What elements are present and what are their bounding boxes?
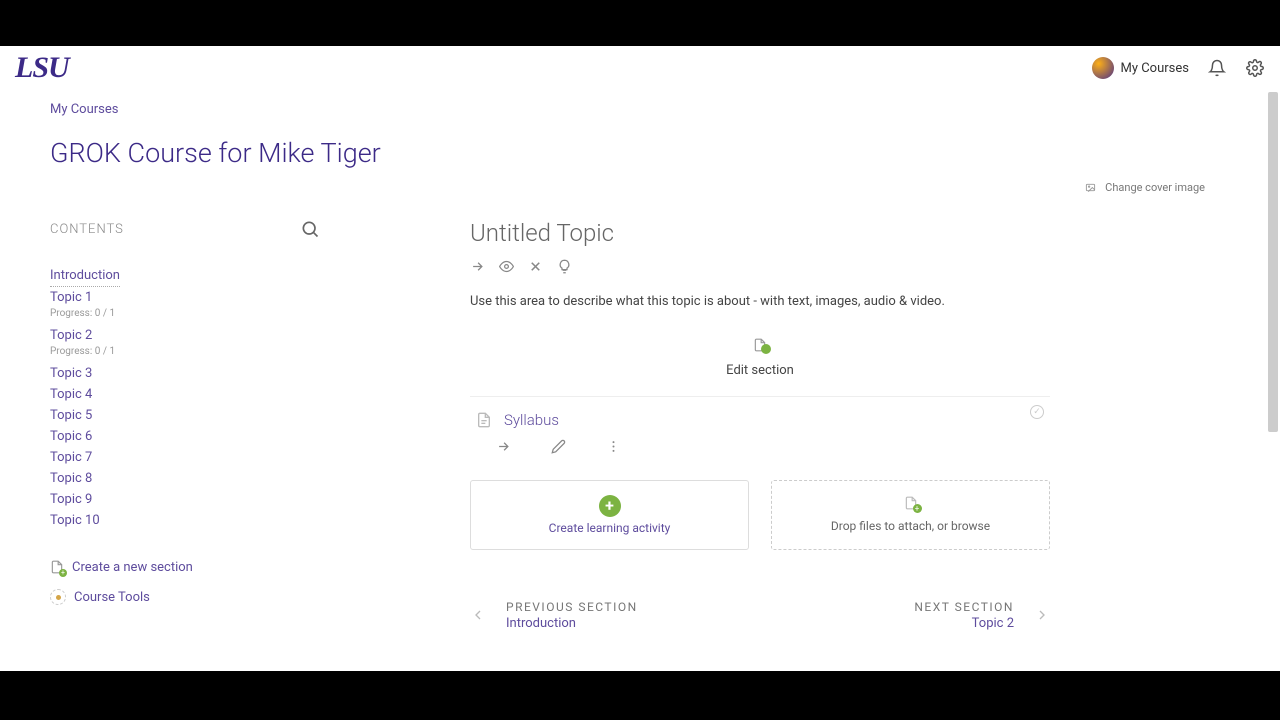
nav-my-courses[interactable]: My Courses [1092, 57, 1190, 79]
sidebar-item-topic-1[interactable]: Topic 1 [50, 287, 320, 308]
edit-pencil-icon[interactable] [551, 439, 566, 454]
create-section-button[interactable]: + Create a new section [50, 559, 320, 575]
next-label: NEXT SECTION [914, 600, 1014, 614]
scrollbar-thumb[interactable] [1268, 92, 1278, 432]
edit-section-label: Edit section [470, 363, 1050, 378]
gear-icon[interactable] [1245, 58, 1265, 78]
eye-icon[interactable] [499, 259, 514, 274]
sidebar-item-topic-6[interactable]: Topic 6 [50, 426, 320, 447]
activity-move-icon[interactable] [496, 439, 511, 454]
sidebar-item-introduction[interactable]: Introduction [50, 265, 120, 287]
prev-name: Introduction [506, 616, 638, 631]
completion-toggle[interactable] [1030, 405, 1044, 419]
sidebar-item-topic-10[interactable]: Topic 10 [50, 510, 320, 531]
change-cover-button[interactable]: Change cover image [1084, 181, 1205, 194]
activity-link[interactable]: Syllabus [504, 411, 559, 429]
create-activity-label: Create learning activity [481, 521, 738, 535]
chevron-right-icon [1034, 601, 1050, 629]
previous-section-button[interactable]: PREVIOUS SECTION Introduction [470, 600, 638, 631]
logo: LSU [15, 51, 69, 85]
sidebar-item-topic-3[interactable]: Topic 3 [50, 363, 320, 384]
next-section-button[interactable]: NEXT SECTION Topic 2 [914, 600, 1050, 631]
close-icon[interactable] [528, 259, 543, 274]
move-icon[interactable] [470, 259, 485, 274]
drop-files-zone[interactable]: + Drop files to attach, or browse [771, 480, 1050, 550]
new-section-icon: + [50, 559, 64, 575]
avatar [1092, 57, 1114, 79]
edit-section-button[interactable]: Edit section [470, 337, 1050, 378]
bell-icon[interactable] [1207, 58, 1227, 78]
create-section-label: Create a new section [72, 560, 193, 575]
change-cover-label: Change cover image [1105, 181, 1205, 194]
sidebar-item-topic-2[interactable]: Topic 2 [50, 325, 320, 346]
sidebar-item-topic-7[interactable]: Topic 7 [50, 447, 320, 468]
doc-icon [476, 411, 492, 429]
sidebar-progress-topic-2: Progress: 0 / 1 [50, 346, 320, 357]
course-tools-button[interactable]: Course Tools [50, 589, 320, 605]
course-tools-label: Course Tools [74, 590, 150, 605]
sidebar-item-topic-8[interactable]: Topic 8 [50, 468, 320, 489]
sidebar-item-topic-5[interactable]: Topic 5 [50, 405, 320, 426]
prev-label: PREVIOUS SECTION [506, 600, 638, 614]
drop-files-label: Drop files to attach, or browse [782, 519, 1039, 533]
image-icon [1084, 182, 1097, 193]
page-title: GROK Course for Mike Tiger [50, 137, 1230, 169]
plus-icon: + [599, 495, 621, 517]
tools-icon [50, 589, 66, 605]
topic-title[interactable]: Untitled Topic [470, 219, 1050, 247]
contents-heading: CONTENTS [50, 222, 124, 237]
create-activity-button[interactable]: + Create learning activity [470, 480, 749, 550]
chevron-left-icon [470, 601, 486, 629]
next-name: Topic 2 [914, 616, 1014, 631]
sidebar-progress-topic-1: Progress: 0 / 1 [50, 308, 320, 319]
more-icon[interactable] [606, 439, 621, 454]
lightbulb-icon[interactable] [557, 259, 572, 274]
nav-my-courses-label: My Courses [1121, 61, 1190, 76]
scrollbar[interactable] [1268, 92, 1278, 671]
search-icon[interactable] [300, 219, 320, 239]
topic-description[interactable]: Use this area to describe what this topi… [470, 292, 1050, 312]
breadcrumb-my-courses[interactable]: My Courses [50, 102, 1230, 117]
sidebar-item-topic-9[interactable]: Topic 9 [50, 489, 320, 510]
sidebar-item-topic-4[interactable]: Topic 4 [50, 384, 320, 405]
